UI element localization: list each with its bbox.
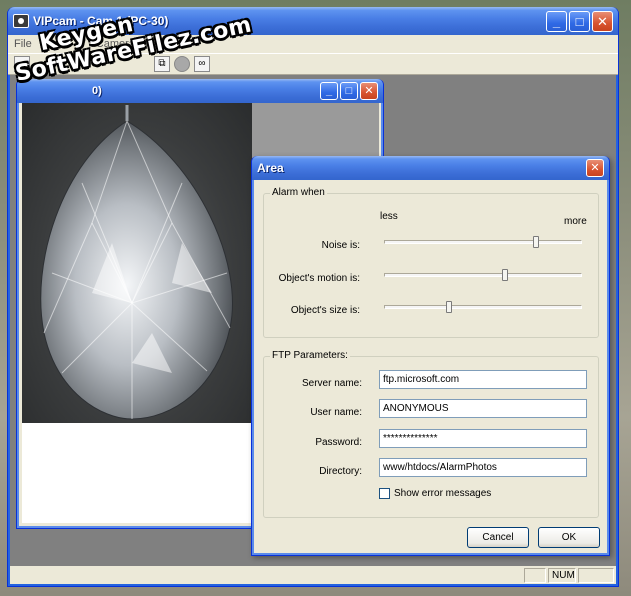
camera-app-icon bbox=[13, 14, 29, 28]
status-pane-extra bbox=[578, 567, 614, 583]
password-label: Password: bbox=[315, 437, 362, 448]
size-label: Object's size is: bbox=[290, 305, 360, 316]
directory-field[interactable]: www/htdocs/AlarmPhotos bbox=[379, 458, 587, 477]
less-label: less bbox=[380, 211, 398, 222]
camera-image bbox=[22, 103, 252, 423]
close-button[interactable]: ✕ bbox=[592, 10, 613, 32]
cancel-button[interactable]: Cancel bbox=[467, 527, 529, 548]
size-slider-track[interactable] bbox=[384, 305, 582, 309]
user-name-label: User name: bbox=[310, 407, 362, 418]
area-close-button[interactable]: ✕ bbox=[586, 159, 604, 177]
show-errors-label[interactable]: Show error messages bbox=[394, 488, 491, 499]
more-label: more bbox=[564, 216, 587, 227]
motion-label: Object's motion is: bbox=[278, 273, 360, 284]
size-slider-thumb[interactable] bbox=[446, 301, 453, 313]
status-pane-blank bbox=[524, 567, 546, 583]
area-dialog-title: Area bbox=[257, 161, 284, 175]
maximize-button[interactable]: □ bbox=[569, 10, 590, 32]
minimize-button[interactable]: _ bbox=[546, 10, 567, 32]
motion-slider-thumb[interactable] bbox=[501, 269, 508, 281]
server-name-label: Server name: bbox=[301, 378, 362, 389]
diamond-image bbox=[40, 105, 233, 420]
server-name-field[interactable]: ftp.microsoft.com bbox=[379, 370, 587, 389]
status-num: NUM bbox=[548, 567, 576, 583]
ftp-groupbox: FTP Parameters: Server name: ftp.microso… bbox=[263, 350, 599, 518]
camera-minimize-button[interactable]: _ bbox=[320, 82, 338, 100]
area-title-bar[interactable]: Area ✕ bbox=[252, 156, 609, 180]
status-bar: NUM bbox=[10, 566, 616, 584]
show-errors-checkbox[interactable] bbox=[379, 488, 390, 499]
motion-slider-track[interactable] bbox=[384, 273, 582, 277]
alarm-group-label: Alarm when bbox=[270, 187, 327, 198]
camera-close-button[interactable]: ✕ bbox=[360, 82, 378, 100]
ftp-group-label: FTP Parameters: bbox=[270, 350, 350, 361]
noise-slider-track[interactable] bbox=[384, 240, 582, 244]
area-dialog: Area ✕ Alarm when less more Noise is: Ob… bbox=[251, 156, 610, 556]
directory-label: Directory: bbox=[319, 466, 362, 477]
password-field[interactable]: ************** bbox=[379, 429, 587, 448]
alarm-groupbox: Alarm when less more Noise is: Object's … bbox=[263, 187, 599, 338]
camera-maximize-button[interactable]: □ bbox=[340, 82, 358, 100]
noise-label: Noise is: bbox=[321, 240, 360, 251]
user-name-field[interactable]: ANONYMOUS bbox=[379, 399, 587, 418]
ok-button[interactable]: OK bbox=[538, 527, 600, 548]
camera-blank-area bbox=[22, 423, 252, 523]
noise-slider-thumb[interactable] bbox=[533, 236, 540, 248]
